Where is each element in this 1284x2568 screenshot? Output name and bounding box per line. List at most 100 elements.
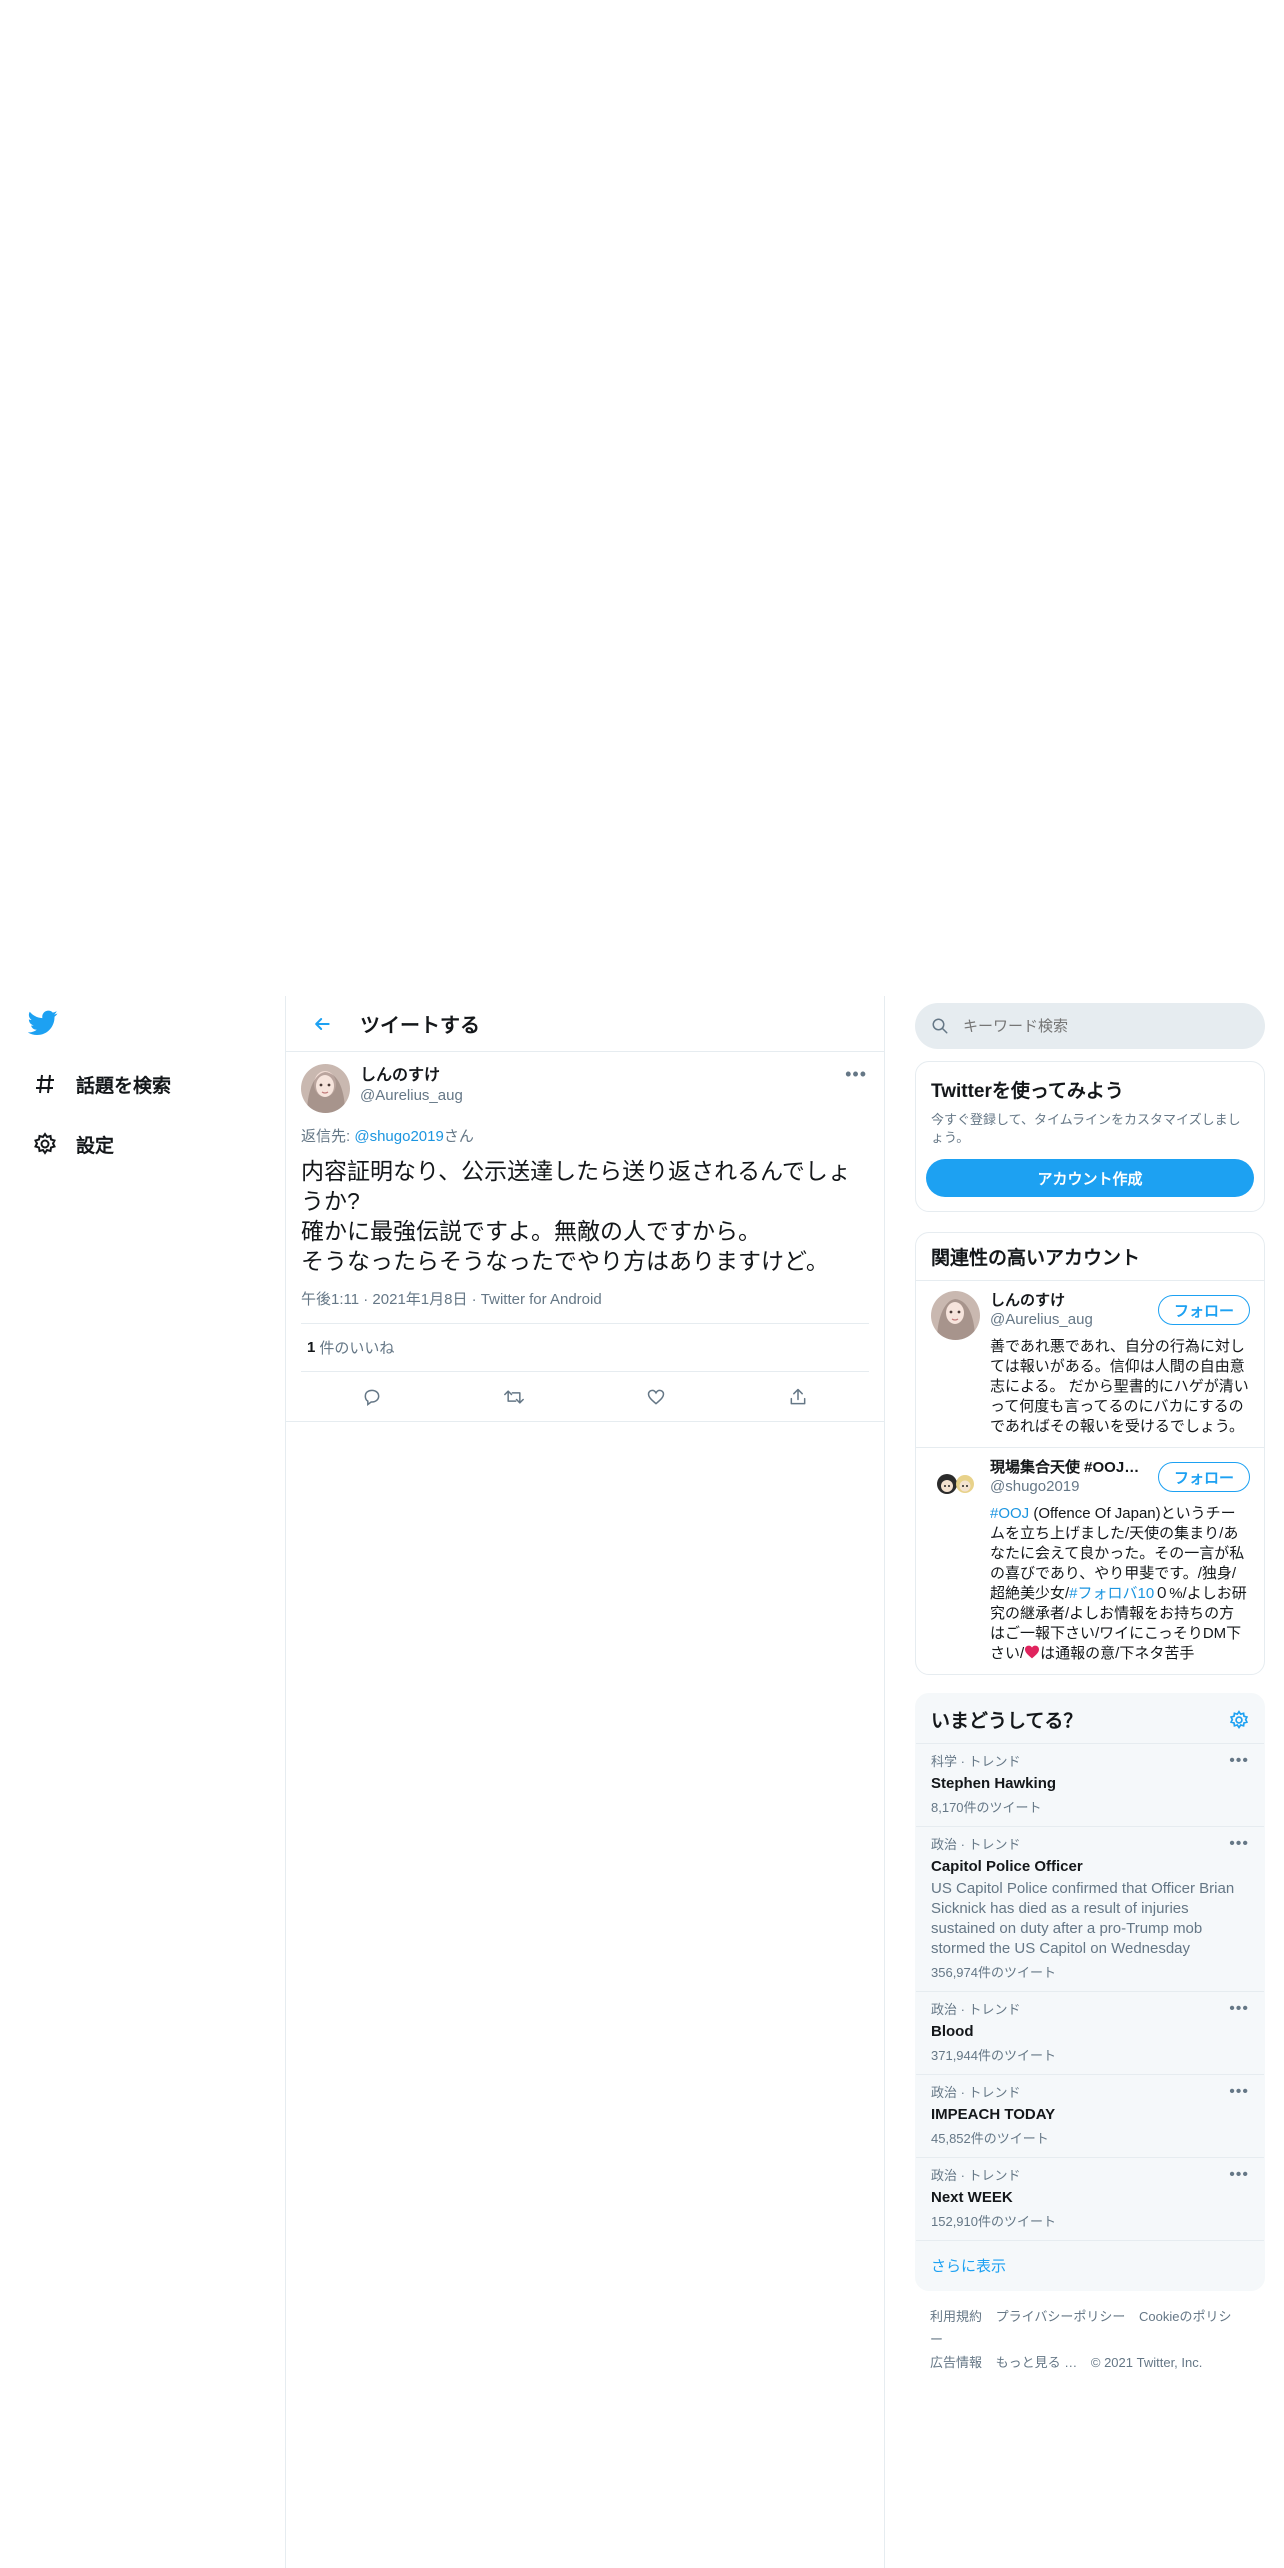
trend-name: Blood [931, 2023, 974, 2040]
gear-icon[interactable] [1229, 1709, 1249, 1730]
related-accounts-title: 関連性の高いアカウント [931, 1248, 1141, 1269]
reply-handle-link[interactable]: @shugo2019 [354, 1128, 443, 1145]
account-bio: 善であれ悪であれ、自分の行為に対しては報いがある。信仰は人間の自由意志による。 … [990, 1338, 1249, 1435]
tweet-actions [286, 1372, 884, 1422]
trend-name: IMPEACH TODAY [931, 2106, 1056, 2123]
author-handle[interactable]: @Aurelius_aug [360, 1086, 463, 1106]
heart-icon [647, 1389, 665, 1405]
left-nav: 話題を検索 設定 [0, 996, 285, 2568]
more-options-icon[interactable]: ••• [1229, 2000, 1249, 2018]
nav-settings[interactable]: 設定 [28, 1124, 114, 1164]
account-item[interactable]: 現場集合天使 #OOJ … @shugo2019 #OOJ (Offence O… [916, 1447, 1264, 1674]
more-options-icon[interactable]: ••• [845, 1064, 867, 1085]
tweet-text-line: そうなったらそうなったでやり方はありますけど。 [301, 1248, 829, 1274]
footer-copyright: © 2021 Twitter, Inc. [1090, 2355, 1203, 2370]
twitter-logo-icon[interactable] [27, 1010, 62, 1040]
more-options-icon[interactable]: ••• [1229, 2166, 1249, 2184]
footer-link-ads[interactable]: 広告情報 [930, 2355, 982, 2370]
trend-count: 45,852件のツイート [931, 2131, 1049, 2146]
back-button[interactable] [304, 1006, 340, 1042]
page-header: ツイートする [286, 996, 884, 1052]
tweet-text: 内容証明なり、公示送達したら送り返されるんでしょ うか? 確かに最強伝説ですよ。… [301, 1156, 869, 1276]
trend-category: 政治 · トレンド [931, 2002, 1021, 2017]
trend-category: 政治 · トレンド [931, 2168, 1021, 2183]
tweet-text-line: 内容証明なり、公示送達したら送り返されるんでしょ [301, 1158, 851, 1184]
trend-count: 8,170件のツイート [931, 1800, 1042, 1815]
tweet-text-line: うか? [301, 1188, 360, 1214]
trend-name: Next WEEK [931, 2189, 1013, 2206]
nav-explore-label: 話題を検索 [76, 1075, 172, 1097]
show-more-link[interactable]: さらに表示 [916, 2240, 1264, 2290]
trend-item[interactable]: 政治 · トレンド Capitol Police Officer US Capi… [916, 1826, 1264, 1991]
trend-name: Capitol Police Officer [931, 1858, 1083, 1875]
create-account-button[interactable]: アカウント作成 [926, 1159, 1254, 1197]
nav-explore[interactable]: 話題を検索 [28, 1064, 171, 1104]
share-button[interactable] [778, 1377, 818, 1417]
avatar[interactable] [301, 1064, 350, 1113]
trend-item[interactable]: 政治 · トレンド Next WEEK 152,910件のツイート ••• [916, 2157, 1264, 2240]
follow-button[interactable]: フォロー [1158, 1462, 1250, 1492]
account-bio: #OOJ (Offence Of Japan)というチームを立ち上げました/天使… [990, 1504, 1249, 1664]
search-input[interactable] [963, 1017, 1233, 1035]
search-icon [932, 1018, 948, 1034]
arrow-left-icon [315, 1017, 330, 1030]
nav-settings-label: 設定 [76, 1135, 115, 1157]
page-title: ツイートする [360, 1015, 480, 1037]
trend-description: US Capitol Police confirmed that Officer… [931, 1880, 1235, 1957]
more-options-icon[interactable]: ••• [1229, 1835, 1249, 1853]
right-sidebar: Twitterを使ってみよう 今すぐ登録して、タイムラインをカスタマイズしましょ… [915, 996, 1265, 2388]
trend-category: 科学 · トレンド [931, 1754, 1021, 1769]
trend-item[interactable]: 科学 · トレンド Stephen Hawking 8,170件のツイート ••… [916, 1743, 1264, 1826]
more-options-icon[interactable]: ••• [1229, 2083, 1249, 2101]
reply-button[interactable] [352, 1377, 392, 1417]
author-name[interactable]: しんのすけ [360, 1066, 463, 1086]
like-button[interactable] [636, 1377, 676, 1417]
bio-text: は通報の意/下ネタ苦手 [1040, 1645, 1195, 1662]
author-block: しんのすけ @Aurelius_aug [360, 1064, 463, 1106]
hashtag-icon [28, 1067, 62, 1101]
footer-link-more[interactable]: もっと見る … [996, 2355, 1078, 2370]
avatar[interactable] [931, 1458, 980, 1507]
reply-suffix: さん [443, 1128, 474, 1145]
avatar[interactable] [931, 1291, 980, 1340]
trend-count: 152,910件のツイート [931, 2214, 1056, 2229]
trend-name: Stephen Hawking [931, 1775, 1057, 1792]
related-accounts-card: 関連性の高いアカウント しんのすけ @Aurelius_aug 善であれ悪であれ… [915, 1232, 1265, 1675]
tweet-timestamp[interactable]: 午後1:11 · 2021年1月8日 · Twitter for Android [301, 1288, 869, 1324]
retweet-button[interactable] [494, 1377, 534, 1417]
search-bar[interactable] [915, 1003, 1265, 1049]
reply-icon [364, 1389, 380, 1406]
trends-card: いまどうしてる？ 科学 · トレンド Stephen Hawking 8,170… [915, 1693, 1265, 2291]
account-name[interactable]: 現場集合天使 #OOJ … [990, 1458, 1140, 1478]
follow-button[interactable]: フォロー [1158, 1295, 1250, 1325]
account-item[interactable]: しんのすけ @Aurelius_aug 善であれ悪であれ、自分の行為に対しては報… [916, 1280, 1264, 1447]
more-options-icon[interactable]: ••• [1229, 1752, 1249, 1770]
page: 話題を検索 設定 ツイートする しんのすけ @Aurelius_aug ••• … [0, 0, 1284, 2568]
trend-item[interactable]: 政治 · トレンド IMPEACH TODAY 45,852件のツイート ••• [916, 2074, 1264, 2157]
trend-category: 政治 · トレンド [931, 1837, 1021, 1852]
account-name[interactable]: しんのすけ [990, 1291, 1140, 1311]
footer: 利用規約 プライバシーポリシー Cookieのポリシー 広告情報 もっと見る …… [915, 2291, 1265, 2388]
trends-title: いまどうしてる？ [931, 1711, 1083, 1732]
footer-link-privacy[interactable]: プライバシーポリシー [996, 2309, 1126, 2324]
tweet-detail: しんのすけ @Aurelius_aug ••• 返信先: @shugo2019さ… [286, 1052, 884, 1422]
reply-prefix: 返信先: [301, 1128, 355, 1145]
signup-title: Twitterを使ってみよう [931, 1081, 1124, 1102]
likes-row[interactable]: 1 件のいいね [301, 1324, 869, 1372]
signup-card: Twitterを使ってみよう 今すぐ登録して、タイムラインをカスタマイズしましょ… [915, 1061, 1265, 1212]
trends-header: いまどうしてる？ [916, 1694, 1264, 1743]
tweet-author-row: しんのすけ @Aurelius_aug ••• [301, 1064, 869, 1113]
hashtag-link[interactable]: #OOJ [990, 1505, 1029, 1522]
heart-emoji-icon [1024, 1645, 1040, 1662]
signup-description: 今すぐ登録して、タイムラインをカスタマイズしましょう。 [931, 1112, 1241, 1145]
reply-to: 返信先: @shugo2019さん [301, 1125, 869, 1146]
hashtag-link[interactable]: #フォロバ10 [1069, 1585, 1154, 1602]
trend-category: 政治 · トレンド [931, 2085, 1021, 2100]
footer-link-terms[interactable]: 利用規約 [930, 2309, 982, 2324]
share-icon [790, 1388, 806, 1404]
trend-count: 356,974件のツイート [931, 1965, 1056, 1980]
likes-count: 1 [307, 1339, 316, 1356]
gear-icon [28, 1127, 62, 1161]
trend-item[interactable]: 政治 · トレンド Blood 371,944件のツイート ••• [916, 1991, 1264, 2074]
retweet-icon [504, 1389, 524, 1404]
